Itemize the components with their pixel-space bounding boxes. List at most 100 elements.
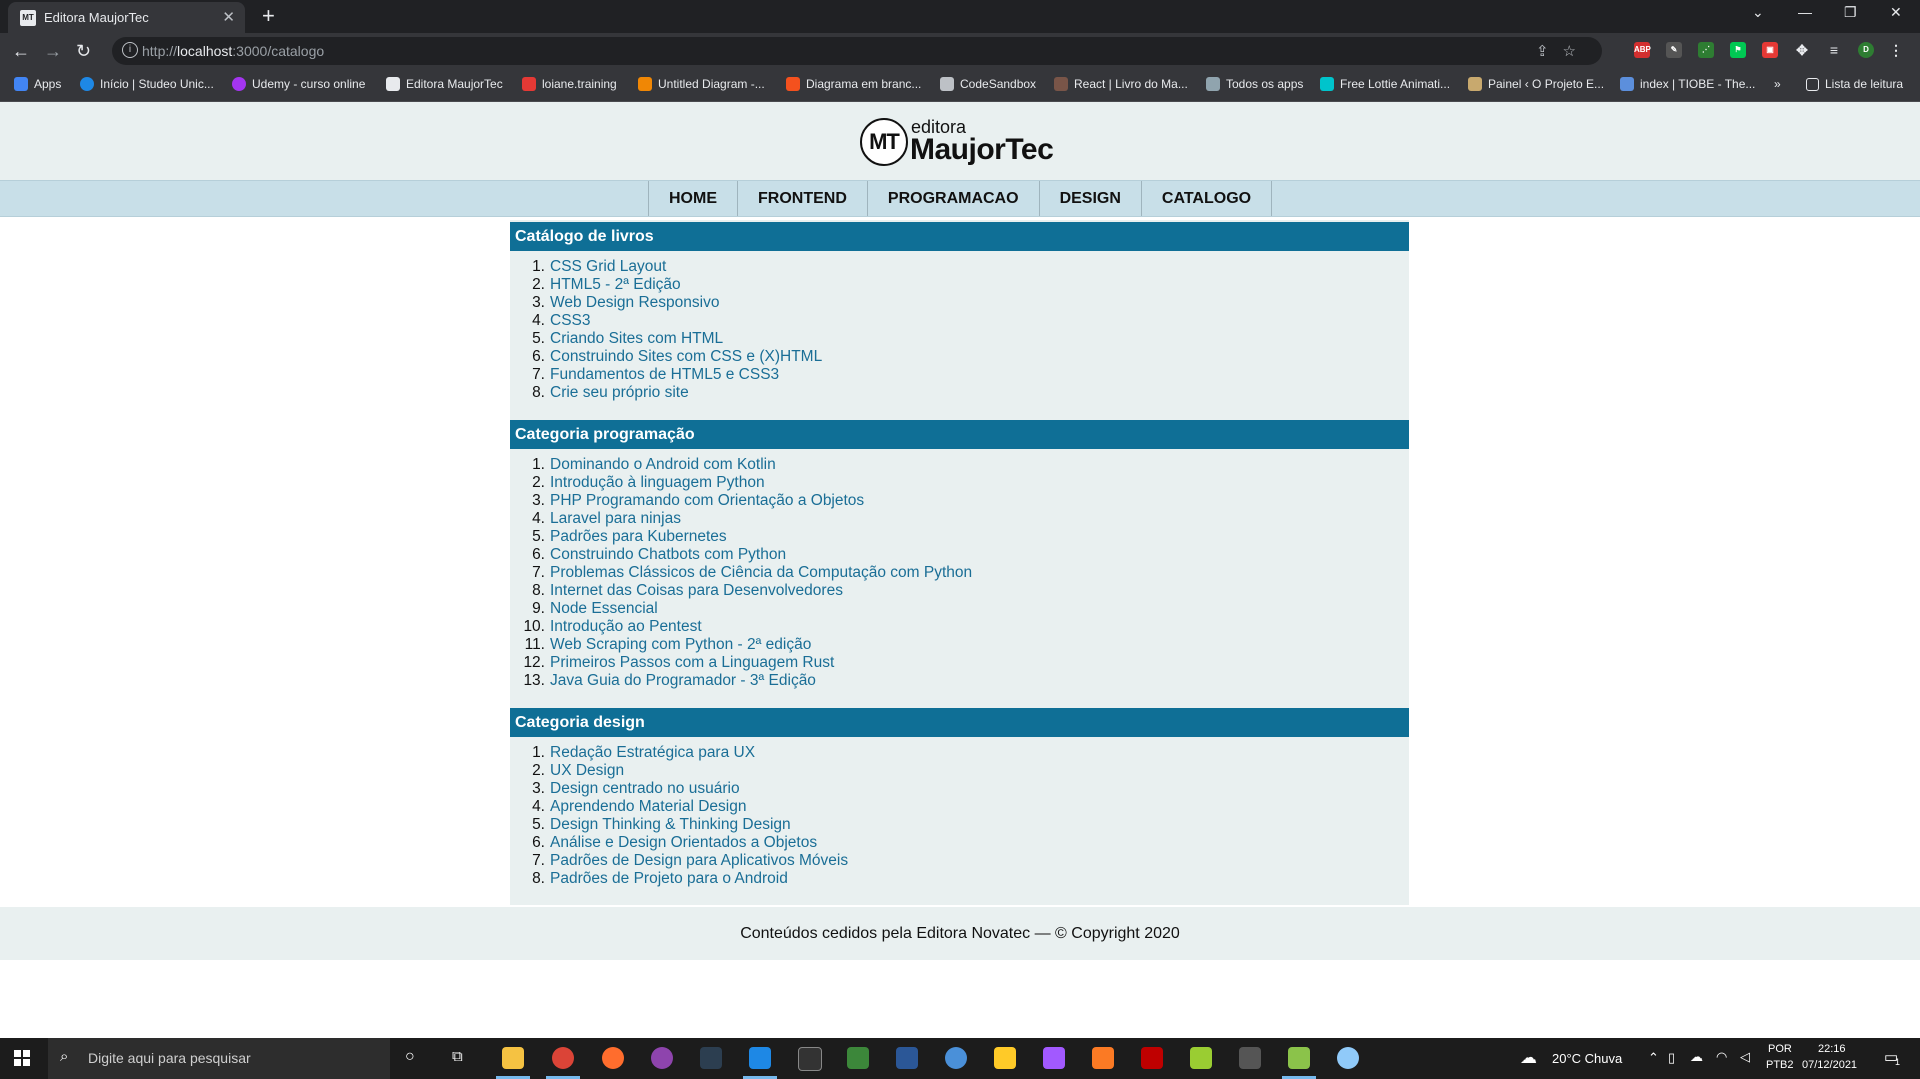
- forward-icon[interactable]: →: [44, 41, 62, 62]
- book-link[interactable]: 9. Node Essencial: [532, 600, 1390, 618]
- tab-search-icon[interactable]: ⌄: [1752, 4, 1764, 21]
- weather-icon[interactable]: ☁: [1520, 1048, 1537, 1068]
- book-link[interactable]: 5. Padrões para Kubernetes: [532, 528, 1390, 546]
- book-link[interactable]: 5. Criando Sites com HTML: [532, 330, 1390, 348]
- media-control-icon[interactable]: ≡: [1826, 42, 1842, 58]
- book-link[interactable]: 4. Laravel para ninjas: [532, 510, 1390, 528]
- figma-icon[interactable]: [1043, 1047, 1065, 1069]
- book-link[interactable]: 6. Construindo Sites com CSS e (X)HTML: [532, 348, 1390, 366]
- new-tab-icon[interactable]: +: [262, 3, 275, 29]
- show-hidden-icons-icon[interactable]: ⌃: [1648, 1050, 1659, 1066]
- more-bookmarks-icon[interactable]: »: [1774, 77, 1781, 91]
- book-link[interactable]: 3. Design centrado no usuário: [532, 780, 1390, 798]
- app-icon[interactable]: [1337, 1047, 1359, 1069]
- chrome-icon[interactable]: [552, 1047, 574, 1069]
- book-link[interactable]: 3. PHP Programando com Orientação a Objet…: [532, 492, 1390, 510]
- book-link[interactable]: 7. Fundamentos de HTML5 e CSS3: [532, 366, 1390, 384]
- taskbar-search-box[interactable]: ⌕ Digite aqui para pesquisar: [48, 1038, 390, 1079]
- extension-icon[interactable]: ▣: [1762, 42, 1778, 58]
- profile-avatar[interactable]: D: [1858, 42, 1874, 58]
- reload-icon[interactable]: ↻: [76, 41, 91, 62]
- bookmark-item[interactable]: Editora MaujorTec: [386, 77, 503, 91]
- cortana-icon[interactable]: ○: [405, 1048, 415, 1066]
- vscode-icon[interactable]: [749, 1047, 771, 1069]
- filezilla-icon[interactable]: [1141, 1047, 1163, 1069]
- book-link[interactable]: 1. Dominando o Android com Kotlin: [532, 456, 1390, 474]
- onedrive-icon[interactable]: ☁: [1690, 1049, 1703, 1065]
- book-link[interactable]: 8. Crie seu próprio site: [532, 384, 1390, 402]
- wifi-icon[interactable]: ◠: [1716, 1049, 1727, 1065]
- book-link[interactable]: 6. Análise e Design Orientados a Objetos: [532, 834, 1390, 852]
- book-link[interactable]: 3. Web Design Responsivo: [532, 294, 1390, 312]
- minimize-icon[interactable]: —: [1798, 4, 1812, 20]
- bookmark-item[interactable]: Todos os apps: [1206, 77, 1303, 91]
- nav-programacao[interactable]: PROGRAMACAO: [868, 181, 1040, 216]
- menu-kebab-icon[interactable]: ⋮: [1888, 42, 1904, 58]
- book-link[interactable]: 2. Introdução à linguagem Python: [532, 474, 1390, 492]
- bookmark-item[interactable]: Diagrama em branc...: [786, 77, 921, 91]
- weather-text[interactable]: 20°C Chuva: [1552, 1051, 1622, 1066]
- bookmark-item[interactable]: Untitled Diagram -...: [638, 77, 765, 91]
- url-text[interactable]: http://localhost:3000/catalogo: [142, 43, 324, 59]
- nodejs-icon[interactable]: [847, 1047, 869, 1069]
- book-link[interactable]: 11. Web Scraping com Python - 2ª edição: [525, 636, 1390, 654]
- book-link[interactable]: 6. Construindo Chatbots com Python: [532, 546, 1390, 564]
- book-link[interactable]: 13. Java Guia do Programador - 3ª Edição: [523, 672, 1390, 690]
- windows-start-icon[interactable]: [14, 1050, 30, 1066]
- adblock-extension-icon[interactable]: ABP: [1634, 42, 1651, 58]
- tab-close-icon[interactable]: ✕: [222, 8, 235, 26]
- close-window-icon[interactable]: ✕: [1890, 4, 1902, 21]
- task-view-icon[interactable]: ⧉: [452, 1048, 463, 1065]
- book-link[interactable]: 1. CSS Grid Layout: [532, 258, 1390, 276]
- app-icon[interactable]: [994, 1047, 1016, 1069]
- site-info-icon[interactable]: i: [122, 42, 138, 58]
- book-link[interactable]: 8. Padrões de Projeto para o Android: [532, 870, 1390, 888]
- nav-home[interactable]: HOME: [649, 181, 738, 216]
- bookmark-item[interactable]: index | TIOBE - The...: [1620, 77, 1755, 91]
- terminal-icon[interactable]: [798, 1047, 822, 1071]
- lambda-icon[interactable]: [1190, 1047, 1212, 1069]
- extension-icon[interactable]: ⚑: [1730, 42, 1746, 58]
- device-icon[interactable]: ▯: [1668, 1050, 1675, 1066]
- book-link[interactable]: 7. Problemas Clássicos de Ciência da Comp…: [532, 564, 1390, 582]
- clock-date[interactable]: 07/12/2021: [1802, 1059, 1857, 1071]
- bookmark-item[interactable]: Free Lottie Animati...: [1320, 77, 1450, 91]
- extensions-puzzle-icon[interactable]: ✥: [1794, 42, 1810, 58]
- extension-icon[interactable]: ⋰: [1698, 42, 1714, 58]
- github-desktop-icon[interactable]: [651, 1047, 673, 1069]
- share-and-bookmark-icons[interactable]: ⇪☆: [1536, 42, 1590, 60]
- book-link[interactable]: 12. Primeiros Passos com a Linguagem Rust: [523, 654, 1390, 672]
- extension-icon[interactable]: ✎: [1666, 42, 1682, 58]
- book-link[interactable]: 4. Aprendendo Material Design: [532, 798, 1390, 816]
- file-explorer-icon[interactable]: [502, 1047, 524, 1069]
- nav-catalogo[interactable]: CATALOGO: [1142, 181, 1273, 216]
- postman-icon[interactable]: [602, 1047, 624, 1069]
- bookmark-item[interactable]: React | Livro do Ma...: [1054, 77, 1188, 91]
- keyboard-layout[interactable]: PTB2: [1766, 1059, 1794, 1071]
- dev-icon[interactable]: [896, 1047, 918, 1069]
- app-icon[interactable]: [1288, 1047, 1310, 1069]
- back-icon[interactable]: ←: [12, 41, 30, 62]
- address-bar[interactable]: i http://localhost:3000/catalogo ⇪☆: [112, 37, 1602, 65]
- reading-list-button[interactable]: Lista de leitura: [1806, 77, 1903, 91]
- book-link[interactable]: 4. CSS3: [532, 312, 1390, 330]
- book-link[interactable]: 7. Padrões de Design para Aplicativos Móv…: [532, 852, 1390, 870]
- book-link[interactable]: 1. Redação Estratégica para UX: [532, 744, 1390, 762]
- bookmark-item[interactable]: Udemy - curso online: [232, 77, 365, 91]
- clock-time[interactable]: 22:16: [1818, 1043, 1846, 1055]
- site-logo[interactable]: MT editora MaujorTec: [860, 115, 1062, 167]
- book-link[interactable]: 2. UX Design: [532, 762, 1390, 780]
- bookmark-item[interactable]: Início | Studeo Unic...: [80, 77, 214, 91]
- nav-design[interactable]: DESIGN: [1040, 181, 1142, 216]
- app-icon[interactable]: [1239, 1047, 1261, 1069]
- xampp-icon[interactable]: [1092, 1047, 1114, 1069]
- volume-icon[interactable]: ◁: [1740, 1049, 1750, 1065]
- bookmark-item[interactable]: loiane.training: [522, 77, 617, 91]
- book-link[interactable]: 2. HTML5 - 2ª Edição: [532, 276, 1390, 294]
- restore-icon[interactable]: ❐: [1844, 4, 1857, 21]
- book-link[interactable]: 8. Internet das Coisas para Desenvolvedor…: [532, 582, 1390, 600]
- active-tab[interactable]: MT Editora MaujorTec ✕: [8, 2, 245, 33]
- app-icon[interactable]: [945, 1047, 967, 1069]
- bookmark-item[interactable]: Painel ‹ O Projeto E...: [1468, 77, 1604, 91]
- nav-frontend[interactable]: FRONTEND: [738, 181, 868, 216]
